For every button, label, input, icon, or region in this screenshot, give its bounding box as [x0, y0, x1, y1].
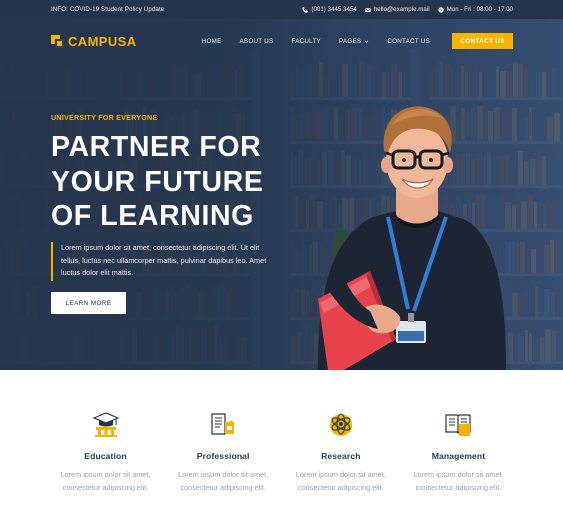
- phone-contact[interactable]: (001) 3445 3454: [302, 6, 357, 13]
- nav-item-pages-label: PAGES: [338, 37, 362, 45]
- headline-line-3: OF LEARNING: [51, 200, 254, 232]
- professional-icon: [211, 413, 235, 435]
- phone-number: (001) 3445 3454: [311, 6, 357, 13]
- feature-title: Management: [431, 451, 486, 461]
- feature-education[interactable]: Education Lorem ipsum dolor sit amet, co…: [47, 410, 164, 500]
- feature-title: Professional: [196, 451, 250, 461]
- headline-line-1: PARTNER FOR: [51, 131, 262, 163]
- feature-description: Lorem ipsum dolor sit amet, consectetur …: [413, 470, 504, 492]
- email-contact[interactable]: hello@example.mail: [365, 6, 430, 13]
- contact-us-button[interactable]: CONTACT US: [452, 33, 513, 49]
- nav-item-contact-us[interactable]: CONTACT US: [387, 38, 430, 45]
- feature-professional[interactable]: Professional Lorem ipsum dolor sit amet,…: [165, 410, 282, 500]
- covid-policy-link[interactable]: INFO: COVID-19 Student Policy Update: [51, 6, 164, 13]
- email-address: hello@example.mail: [373, 6, 430, 13]
- research-icon: [329, 413, 352, 436]
- office-hours-text: Mon - Fri : 08:00 - 17:00: [446, 6, 513, 13]
- hero-eyebrow: UNIVERSITY FOR EVERYONE: [51, 113, 158, 122]
- nav-item-pages[interactable]: PAGES: [339, 38, 369, 45]
- feature-description: Lorem ipsum dolor sit amet, consectetur …: [60, 470, 151, 492]
- logo-mark-icon: [51, 34, 64, 48]
- hero-section: CAMPUSA HOME ABOUT US FACULTY PAGES CONT…: [0, 19, 563, 370]
- logo-text: CAMPUSA: [68, 33, 137, 49]
- nav-item-faculty[interactable]: FACULTY: [291, 38, 321, 45]
- chevron-down-icon: [365, 39, 369, 43]
- envelope-icon: [365, 7, 371, 12]
- site-logo[interactable]: CAMPUSA: [51, 34, 137, 49]
- feature-title: Education: [84, 451, 127, 461]
- nav-item-home[interactable]: HOME: [202, 38, 222, 45]
- phone-icon: [302, 6, 309, 13]
- main-navigation: CAMPUSA HOME ABOUT US FACULTY PAGES CONT…: [0, 19, 563, 63]
- hero-headline: PARTNER FOR YOUR FUTURE OF LEARNING: [51, 130, 311, 234]
- feature-title: Research: [321, 451, 361, 461]
- top-info-bar: INFO: COVID-19 Student Policy Update (00…: [0, 0, 563, 19]
- feature-description: Lorem ipsum dolor sit amet, consectetur …: [178, 470, 269, 492]
- contact-details: (001) 3445 3454 hello@example.mail Mon -…: [302, 6, 513, 13]
- feature-management[interactable]: Management Lorem ipsum dolor sit amet, c…: [400, 410, 517, 500]
- office-hours: Mon - Fri : 08:00 - 17:00: [437, 6, 513, 13]
- hero-description: Lorem ipsum dolor sit amet, consectetur …: [51, 242, 279, 281]
- feature-description: Lorem ipsum dolor sit amet, consectetur …: [295, 470, 386, 492]
- student-photo: [318, 106, 506, 370]
- education-icon: [91, 412, 120, 437]
- nav-menu: HOME ABOUT US FACULTY PAGES CONTACT US C…: [202, 33, 513, 49]
- nav-item-about-us[interactable]: ABOUT US: [240, 38, 274, 45]
- management-icon: [445, 414, 472, 436]
- learn-more-button[interactable]: LEARN MORE: [51, 292, 126, 314]
- headline-line-2: YOUR FUTURE: [51, 165, 264, 198]
- features-section: Education Lorem ipsum dolor sit amet, co…: [47, 410, 517, 500]
- feature-research[interactable]: Research Lorem ipsum dolor sit amet, con…: [282, 410, 399, 500]
- clock-icon: [437, 6, 444, 13]
